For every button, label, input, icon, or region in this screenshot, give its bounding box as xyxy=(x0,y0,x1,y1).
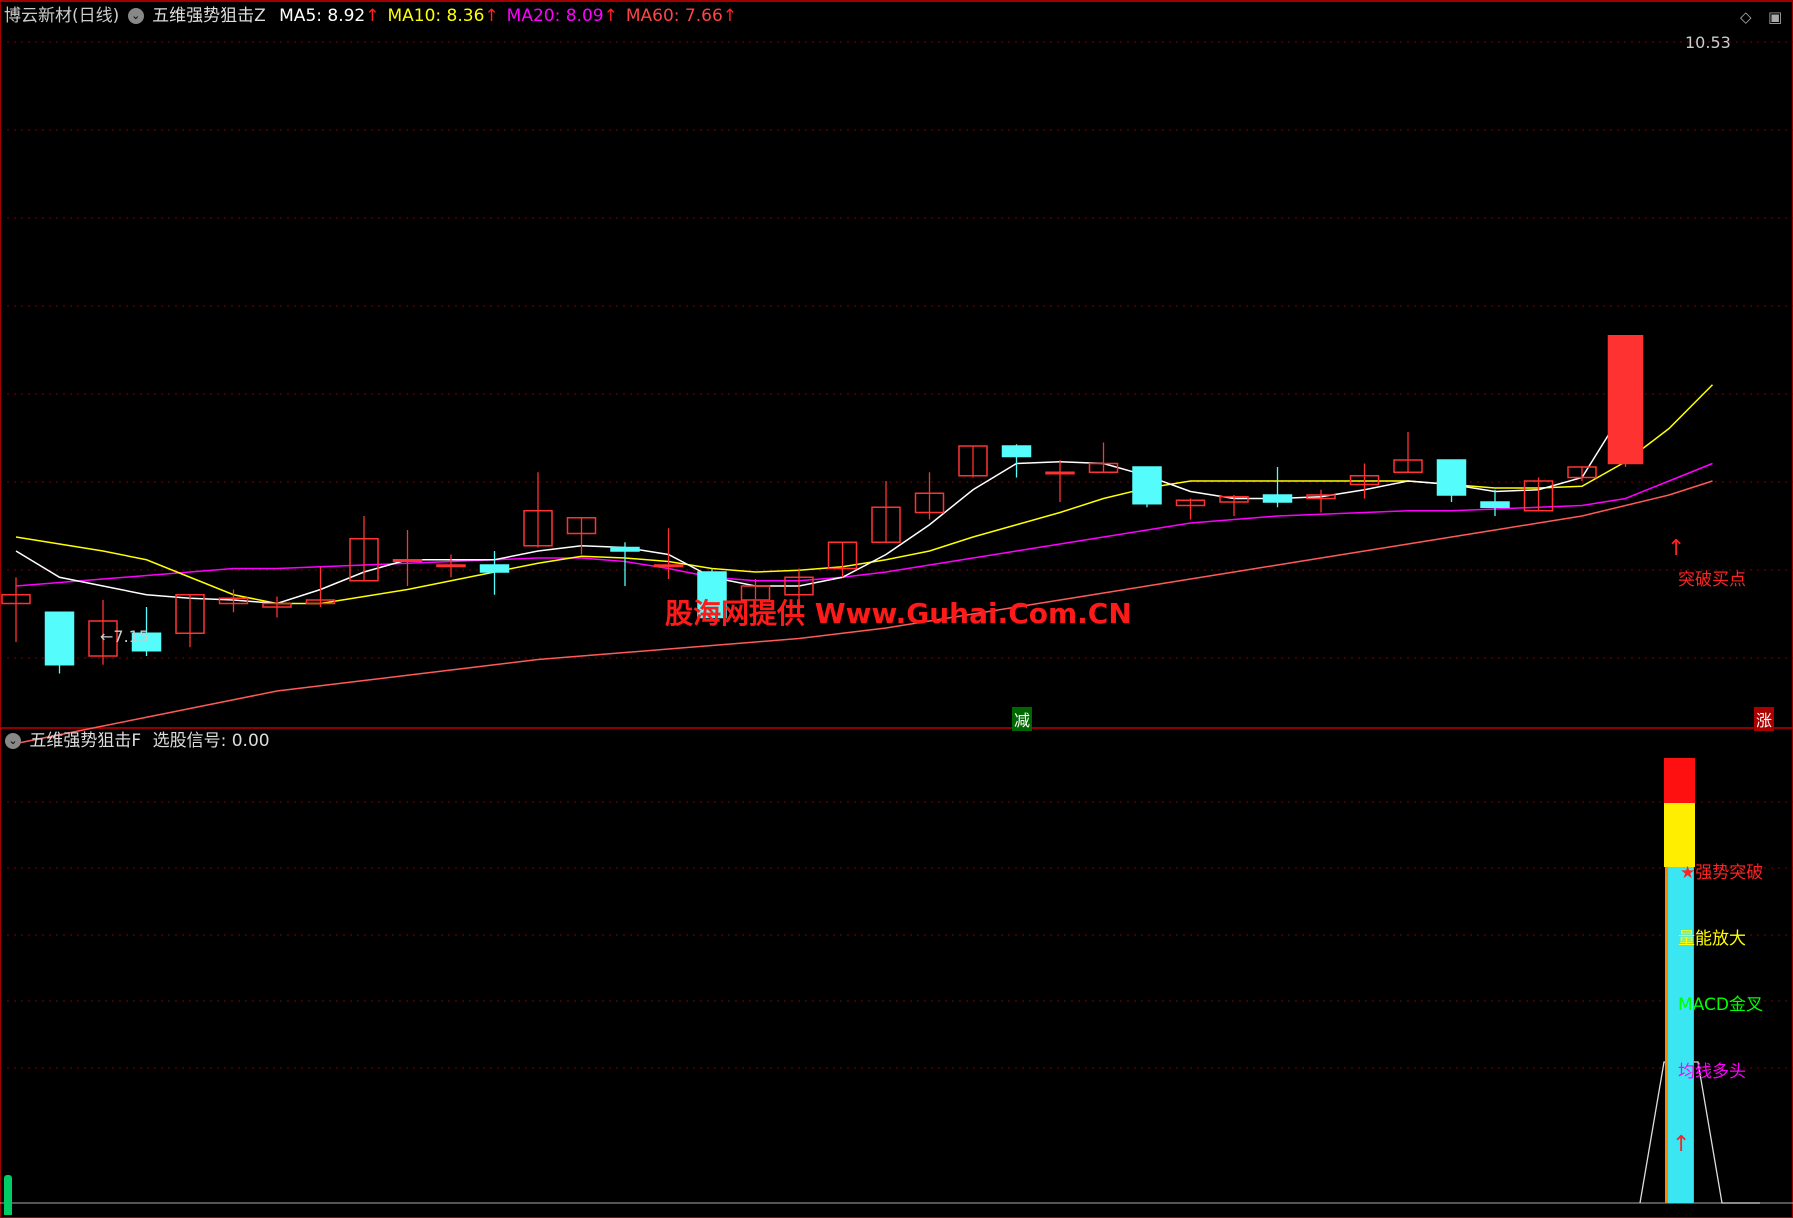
chevron-down-icon[interactable]: ⌄ xyxy=(5,733,21,749)
signal-panel xyxy=(1639,758,1760,1204)
main-header: 博云新材(日线) ⌄ 五维强势狙击Z MA5: 8.92↑ MA10: 8.36↑… xyxy=(4,6,737,26)
ma-legend-item: MA10: 8.36↑ xyxy=(387,6,499,26)
ma-legend-item: MA60: 7.66↑ xyxy=(625,6,738,26)
label-strong-breakout: ★强势突破 xyxy=(1680,858,1763,883)
candle-body xyxy=(479,564,510,573)
stock-name: 博云新材(日线) xyxy=(4,6,120,26)
label-ma-bull-text: 均线多头 xyxy=(1678,1062,1746,1082)
label-macd-cross: MACD金叉 xyxy=(1678,990,1763,1015)
high-price-label: 10.53 xyxy=(1685,33,1731,52)
breakout-arrow-icon: ↑ xyxy=(1667,536,1686,561)
rise-badge: 涨 xyxy=(1754,707,1775,731)
ma-legend: MA5: 8.92↑ MA10: 8.36↑ MA20: 8.09↑ MA60: 7.… xyxy=(271,6,737,26)
scroll-handle[interactable] xyxy=(4,1175,12,1215)
candle-body xyxy=(1045,471,1075,475)
label-volume-expand-text: 量能放大 xyxy=(1678,929,1746,949)
candle-body xyxy=(1132,466,1162,505)
kline-chart-window[interactable]: 博云新材(日线) ⌄ 五维强势狙击Z MA5: 8.92↑ MA10: 8.36↑… xyxy=(0,0,1793,1218)
watermark-text: 股海网提供 Www.Guhai.Com.CN xyxy=(665,597,1132,630)
sub-header: ⌄ 五维强势狙击F 选股信号: 0.00 xyxy=(2,731,270,751)
label-ma-bull: 均线多头 xyxy=(1678,1057,1746,1082)
chevron-down-icon[interactable]: ⌄ xyxy=(127,8,144,24)
candle-body xyxy=(653,564,684,568)
reduce-badge: 减 xyxy=(1012,707,1033,731)
diamond-icon[interactable]: ◇ xyxy=(1740,8,1752,26)
candle-body xyxy=(1262,494,1293,503)
candle-body xyxy=(436,564,466,568)
candle-body xyxy=(392,559,423,562)
arrow-up-icon: ↑ xyxy=(722,6,738,26)
sub-indicator-name[interactable]: 五维强势狙击F xyxy=(29,731,141,751)
signal-envelope-right xyxy=(1694,1061,1760,1204)
candle-body xyxy=(610,546,640,552)
ma-legend-item: MA5: 8.92↑ xyxy=(279,6,380,26)
low-price-label: ←7.15 xyxy=(100,627,150,646)
candle-body xyxy=(1480,501,1510,508)
ma-legend-item: MA20: 8.09↑ xyxy=(506,6,618,26)
window-toggle-icon[interactable]: ▣ xyxy=(1768,8,1782,26)
label-strong-breakout-text: ★强势突破 xyxy=(1680,863,1764,883)
label-volume-expand: 量能放大 xyxy=(1678,924,1746,949)
signal-bar-red xyxy=(1664,758,1695,803)
arrow-up-icon: ↑ xyxy=(603,6,618,26)
signal-arrow-icon: ↑ xyxy=(1672,1132,1691,1157)
signal-value: 选股信号: 0.00 xyxy=(152,731,270,751)
arrow-up-icon: ↑ xyxy=(365,6,380,26)
candle-body xyxy=(44,611,75,666)
candle-body xyxy=(1607,335,1644,465)
arrow-up-icon: ↑ xyxy=(484,6,499,26)
ma5-line xyxy=(15,407,1627,605)
candle-body xyxy=(1436,459,1467,496)
ma5-polyline xyxy=(15,407,1627,605)
label-macd-cross-text: MACD金叉 xyxy=(1678,995,1763,1015)
candle-body xyxy=(1001,445,1032,458)
breakout-buy-label: 突破买点 xyxy=(1678,570,1746,590)
indicator-name[interactable]: 五维强势狙击Z xyxy=(152,6,266,26)
